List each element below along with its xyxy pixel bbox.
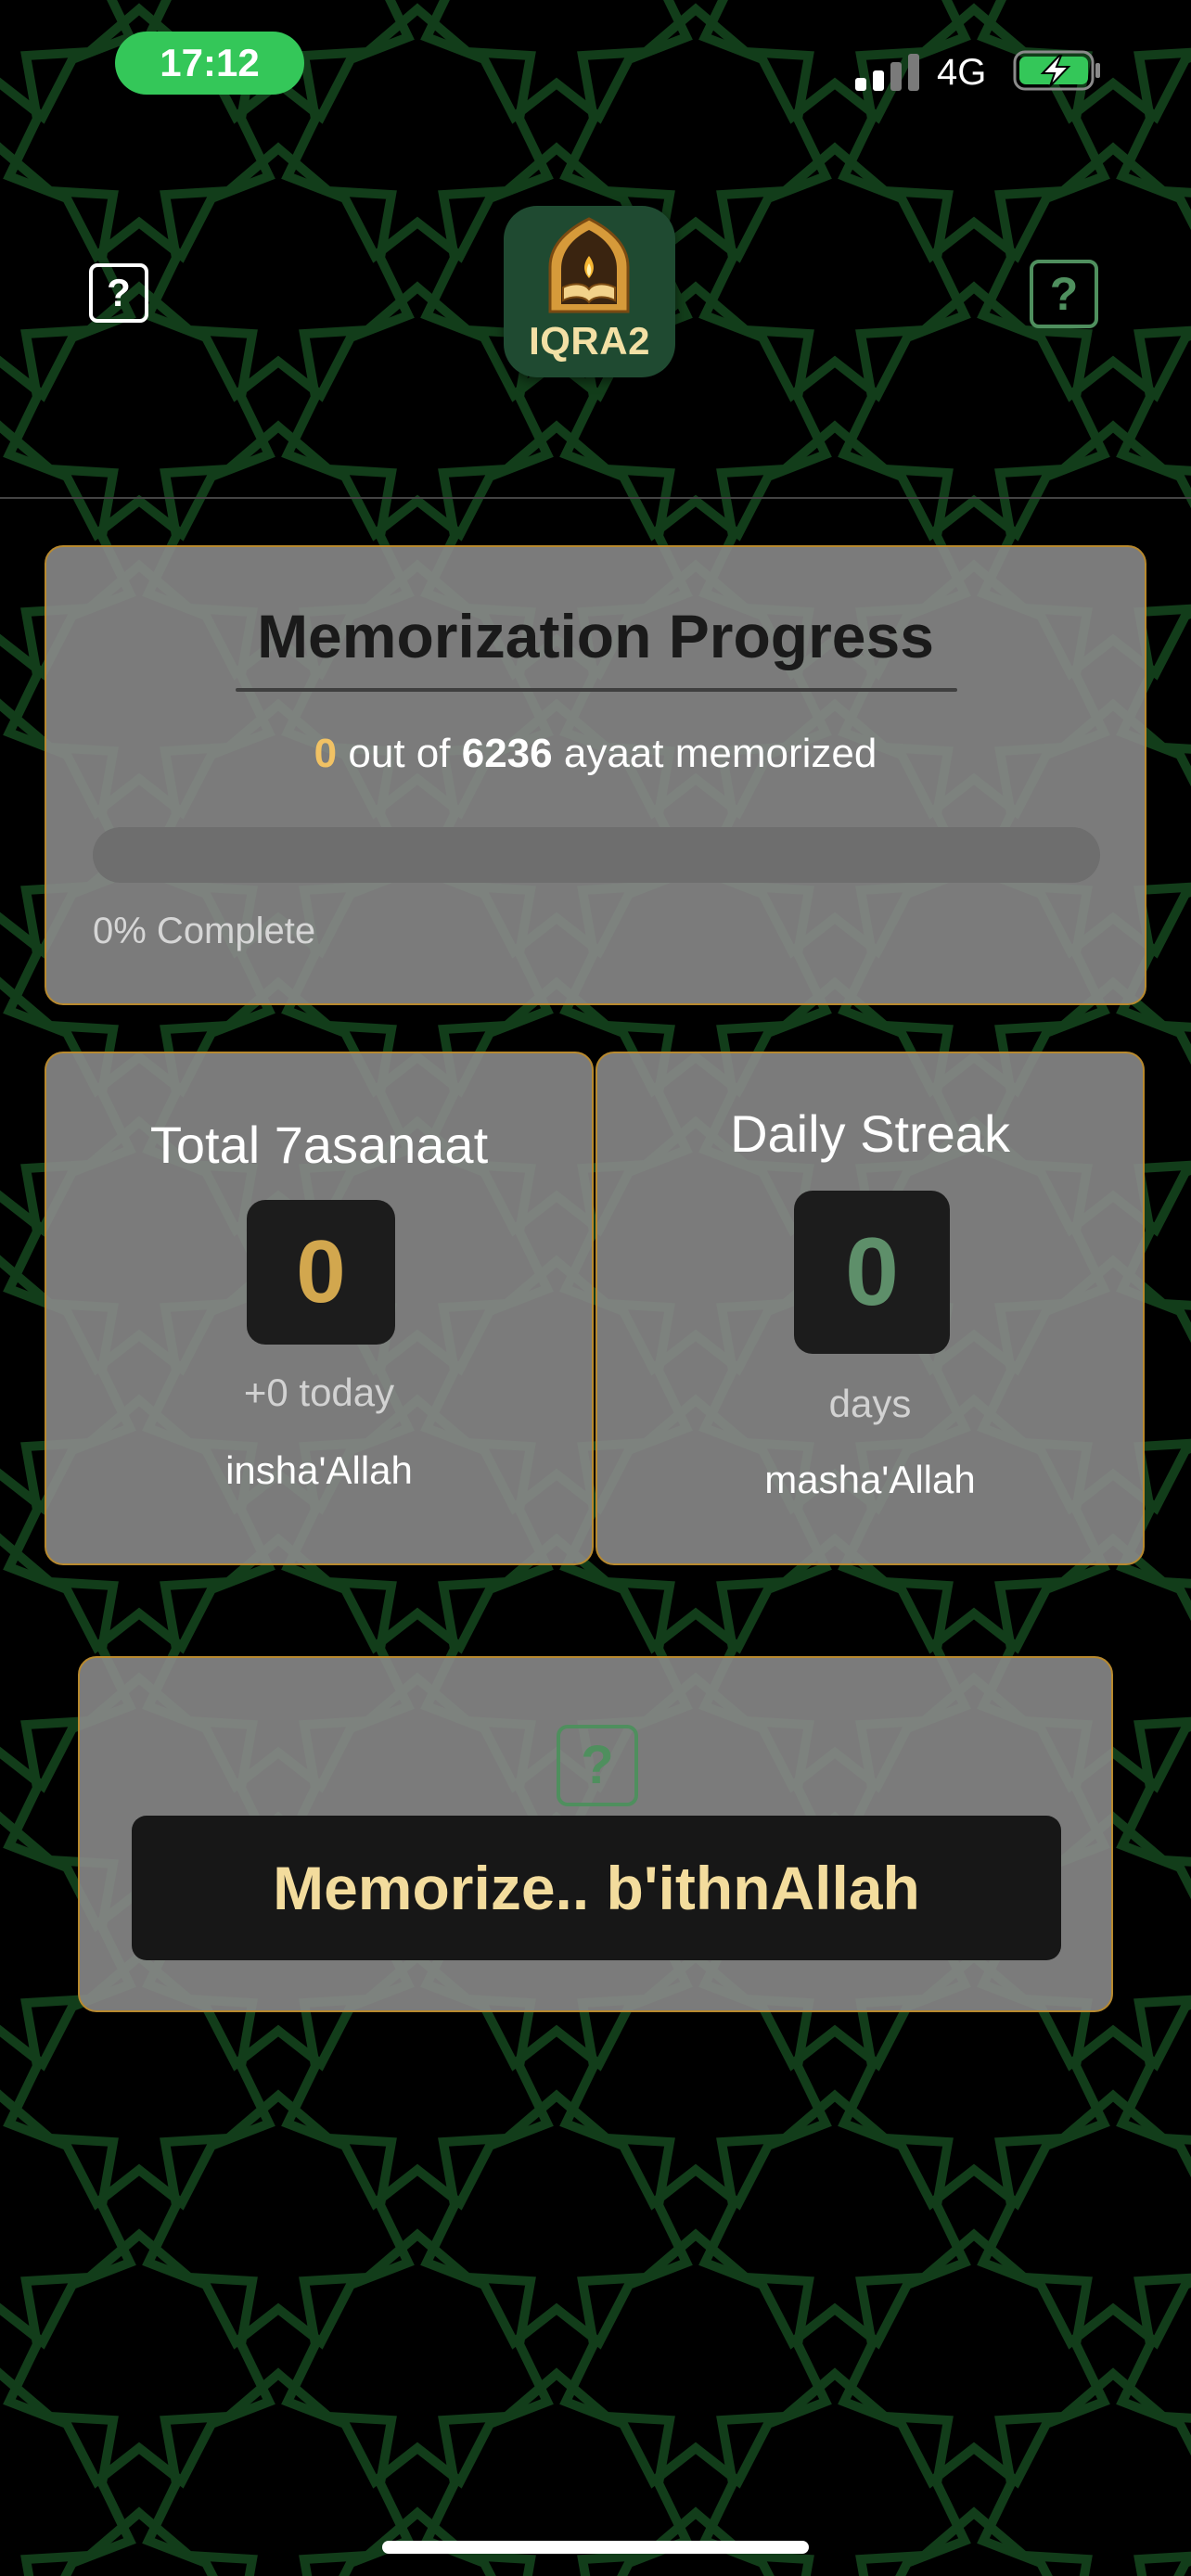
status-time: 17:12 (115, 32, 304, 95)
streak-title: Daily Streak (730, 1104, 1010, 1163)
lantern-book-icon (548, 217, 630, 313)
streak-foot: masha'Allah (764, 1458, 976, 1501)
memorization-progress-card: Memorization Progress 0 out of 6236 ayaa… (45, 545, 1146, 1005)
hasanaat-card: Total 7asanaat 0 +0 today insha'Allah (45, 1052, 594, 1565)
hasanaat-title: Total 7asanaat (149, 1116, 489, 1174)
help-icon: ? (1049, 268, 1079, 320)
title-underline (236, 688, 957, 692)
app-logo: IQRA2 (504, 206, 675, 377)
progress-title: Memorization Progress (257, 602, 934, 670)
progress-bar (93, 827, 1100, 883)
app-screen: 17:12 4G ? IQRA2 ? Memorization Progress (0, 0, 1191, 2576)
help-button-left[interactable]: ? (89, 263, 148, 323)
out-of-text: out of (348, 731, 451, 776)
streak-card: Daily Streak 0 days masha'Allah (596, 1052, 1145, 1565)
memorize-button[interactable]: Memorize.. b'ithnAllah (132, 1816, 1061, 1960)
ayaat-summary: 0 out of 6236 ayaat memorized (46, 731, 1145, 777)
cellular-signal-icon (855, 54, 919, 91)
memorized-count: 0 (314, 731, 338, 776)
network-type: 4G (937, 52, 987, 93)
streak-value: 0 (794, 1191, 950, 1354)
hasanaat-today: +0 today (243, 1371, 395, 1414)
percent-complete: 0% Complete (93, 911, 316, 951)
help-button-right[interactable]: ? (1030, 260, 1098, 328)
header-divider (0, 497, 1191, 499)
streak-unit: days (828, 1382, 912, 1425)
home-indicator[interactable] (382, 2541, 809, 2554)
memorize-card: ? Memorize.. b'ithnAllah (78, 1656, 1113, 2012)
logo-text: IQRA2 (529, 319, 650, 363)
battery-charging-icon (1013, 50, 1100, 91)
hasanaat-value: 0 (247, 1200, 395, 1345)
help-icon: ? (581, 1735, 614, 1795)
ayaat-suffix: ayaat memorized (563, 731, 877, 776)
help-icon: ? (107, 271, 131, 314)
total-ayaat: 6236 (461, 731, 553, 776)
memorize-help-button[interactable]: ? (557, 1725, 638, 1806)
hasanaat-foot: insha'Allah (225, 1448, 413, 1492)
